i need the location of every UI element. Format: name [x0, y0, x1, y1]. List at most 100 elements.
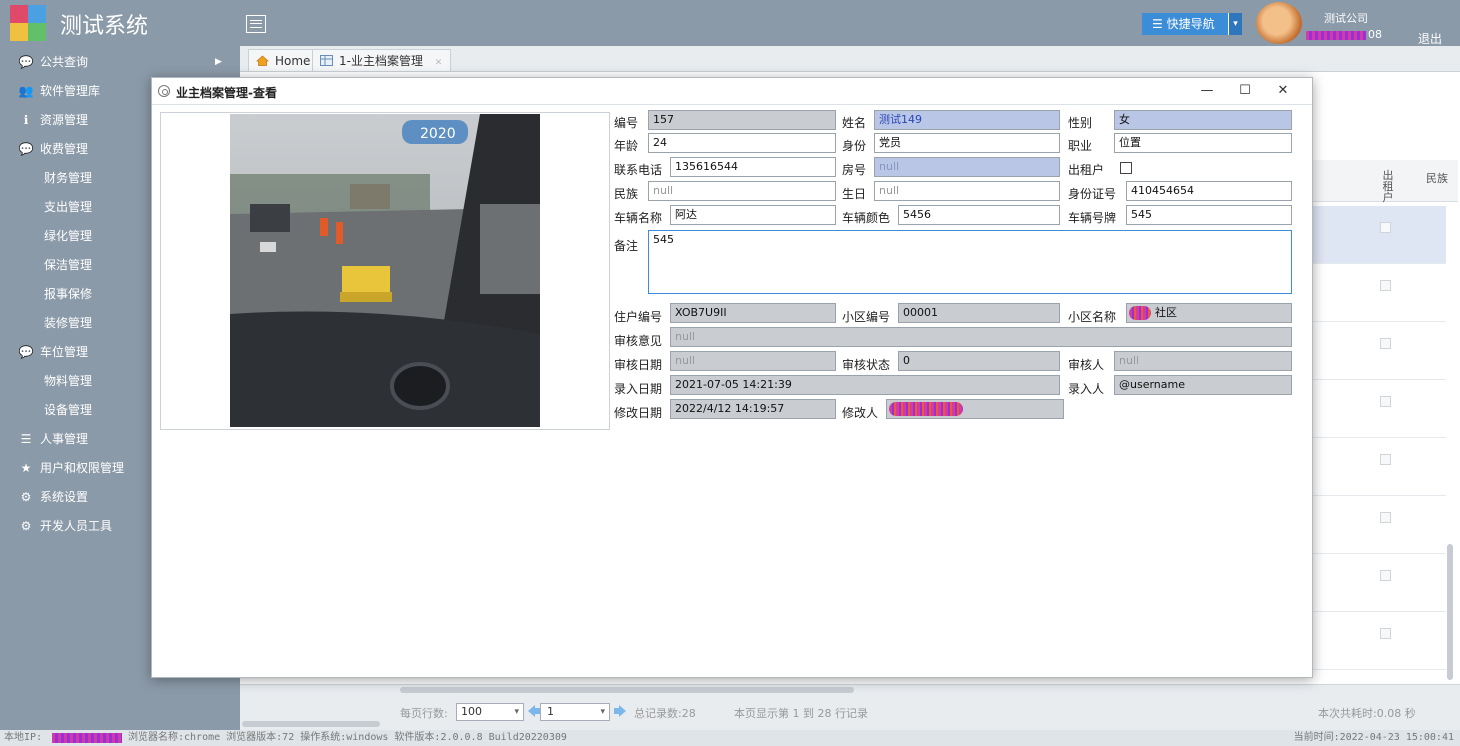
- car-name-field[interactable]: 阿达: [670, 205, 836, 225]
- gender-field[interactable]: 女: [1114, 110, 1292, 130]
- name-field[interactable]: 测试149: [874, 110, 1060, 130]
- table-row[interactable]: [1312, 438, 1446, 496]
- tab-owner-archive[interactable]: 1-业主档案管理 ✕: [312, 49, 452, 71]
- household-no-field[interactable]: XOB7U9II: [670, 303, 836, 323]
- row-renter-checkbox[interactable]: [1380, 570, 1391, 581]
- field-label-idcard: 身份证号: [1068, 187, 1117, 201]
- identity-field[interactable]: 党员: [874, 133, 1060, 153]
- field-label-review-status: 审核状态: [842, 358, 891, 372]
- review-status-field[interactable]: 0: [898, 351, 1060, 371]
- sidebar-item-label: 保洁管理: [44, 258, 93, 272]
- svg-text:2020: 2020: [420, 126, 456, 142]
- maximize-button[interactable]: ☐: [1234, 81, 1256, 101]
- table-row[interactable]: [1312, 206, 1446, 264]
- sidebar-item-label: 报事保修: [44, 287, 93, 301]
- sidebar-item-label: 支出管理: [44, 200, 93, 214]
- close-button[interactable]: ✕: [1272, 81, 1294, 101]
- row-renter-checkbox[interactable]: [1380, 628, 1391, 639]
- car-color-field[interactable]: 5456: [898, 205, 1060, 225]
- user-suffix: 08: [1368, 28, 1382, 41]
- review-opinion-field[interactable]: null: [670, 327, 1292, 347]
- row-renter-checkbox[interactable]: [1380, 338, 1391, 349]
- minimize-button[interactable]: —: [1196, 81, 1218, 101]
- row-renter-checkbox[interactable]: [1380, 454, 1391, 465]
- field-label-car-name: 车辆名称: [614, 211, 663, 225]
- field-label-birthday: 生日: [842, 187, 867, 201]
- column-header-renter[interactable]: 出租户: [1378, 170, 1398, 203]
- app-title: 测试系统: [60, 14, 149, 39]
- logout-button[interactable]: 退出: [1418, 30, 1442, 47]
- redacted-ip: [52, 733, 122, 743]
- sidebar-item[interactable]: 💬 公共查询 ▶: [0, 48, 240, 77]
- phone-field[interactable]: 135616544: [670, 157, 836, 177]
- page-number-select[interactable]: 1 ▾: [540, 703, 610, 721]
- avatar[interactable]: [1256, 2, 1302, 44]
- entry-user-field[interactable]: @username: [1114, 375, 1292, 395]
- community-name-field[interactable]: 社区: [1126, 303, 1292, 323]
- nation-field[interactable]: null: [648, 181, 836, 201]
- id-field[interactable]: 157: [648, 110, 836, 130]
- sidebar-scrollbar[interactable]: [242, 721, 380, 727]
- table-icon: [320, 55, 333, 66]
- row-renter-checkbox[interactable]: [1380, 222, 1391, 233]
- rows-per-page-select[interactable]: 100 ▾: [456, 703, 524, 721]
- birthday-field[interactable]: null: [874, 181, 1060, 201]
- field-label-name: 姓名: [842, 116, 867, 130]
- sidebar-item-label: 资源管理: [40, 113, 89, 127]
- dialog-icon: [158, 85, 170, 97]
- renter-checkbox[interactable]: [1120, 162, 1132, 174]
- table-row[interactable]: [1312, 380, 1446, 438]
- chevron-right-icon: ▶: [215, 57, 222, 67]
- tab-home[interactable]: Home: [248, 49, 320, 71]
- table-row[interactable]: [1312, 554, 1446, 612]
- community-no-field[interactable]: 00001: [898, 303, 1060, 323]
- app-logo: [10, 5, 46, 41]
- field-label-job: 职业: [1068, 139, 1093, 153]
- sidebar-item-label: 物料管理: [44, 374, 93, 388]
- reviewer-field[interactable]: null: [1114, 351, 1292, 371]
- field-label-community-name: 小区名称: [1068, 310, 1117, 324]
- sidebar-item-label: 公共查询: [40, 55, 89, 69]
- table-row[interactable]: [1312, 496, 1446, 554]
- field-label-id: 编号: [614, 116, 639, 130]
- dialog-header: 业主档案管理-查看 — ☐ ✕: [152, 78, 1312, 105]
- vertical-scrollbar[interactable]: [1447, 544, 1453, 680]
- horizontal-scrollbar[interactable]: [400, 687, 854, 693]
- next-page-icon[interactable]: [612, 703, 628, 719]
- quick-nav-label: ☰ 快捷导航: [1152, 17, 1215, 31]
- age-field[interactable]: 24: [648, 133, 836, 153]
- row-renter-checkbox[interactable]: [1380, 280, 1391, 291]
- owner-archive-dialog: 业主档案管理-查看 — ☐ ✕ 2020 编号 157 姓名 测试149 性别 …: [151, 77, 1313, 678]
- job-field[interactable]: 位置: [1114, 133, 1292, 153]
- close-icon[interactable]: ✕: [435, 58, 443, 68]
- modifier-field[interactable]: [886, 399, 1064, 419]
- table-row[interactable]: [1312, 322, 1446, 380]
- quick-nav-button[interactable]: ☰ 快捷导航 ▾: [1142, 13, 1242, 35]
- review-date-field[interactable]: null: [670, 351, 836, 371]
- chat-icon: 💬: [18, 142, 34, 156]
- sidebar-item-label: 收费管理: [40, 142, 89, 156]
- row-renter-checkbox[interactable]: [1380, 512, 1391, 523]
- sidebar-item-label: 系统设置: [40, 490, 89, 504]
- info-icon: ℹ: [23, 113, 29, 127]
- field-label-car-plate: 车辆号牌: [1068, 211, 1117, 225]
- modify-date-field[interactable]: 2022/4/12 14:19:57: [670, 399, 836, 419]
- table-row[interactable]: [1312, 612, 1446, 670]
- total-records: 总记录数:28: [634, 707, 696, 720]
- gear-icon: ⚙: [20, 490, 32, 504]
- field-label-entry-user: 录入人: [1068, 382, 1105, 396]
- owner-photo[interactable]: 2020: [230, 114, 540, 427]
- field-label-phone: 联系电话: [614, 163, 663, 177]
- idcard-field[interactable]: 410454654: [1126, 181, 1292, 201]
- car-plate-field[interactable]: 545: [1126, 205, 1292, 225]
- entry-date-field[interactable]: 2021-07-05 14:21:39: [670, 375, 1060, 395]
- sidebar-item-label: 装修管理: [44, 316, 93, 330]
- menu-toggle-button[interactable]: [246, 15, 266, 33]
- chevron-down-icon[interactable]: ▾: [1228, 13, 1242, 35]
- table-row[interactable]: [1312, 264, 1446, 322]
- column-header-nation[interactable]: 民族: [1426, 170, 1448, 186]
- row-renter-checkbox[interactable]: [1380, 396, 1391, 407]
- remark-textarea[interactable]: 545: [648, 230, 1292, 294]
- home-icon: [256, 55, 269, 66]
- room-field[interactable]: null: [874, 157, 1060, 177]
